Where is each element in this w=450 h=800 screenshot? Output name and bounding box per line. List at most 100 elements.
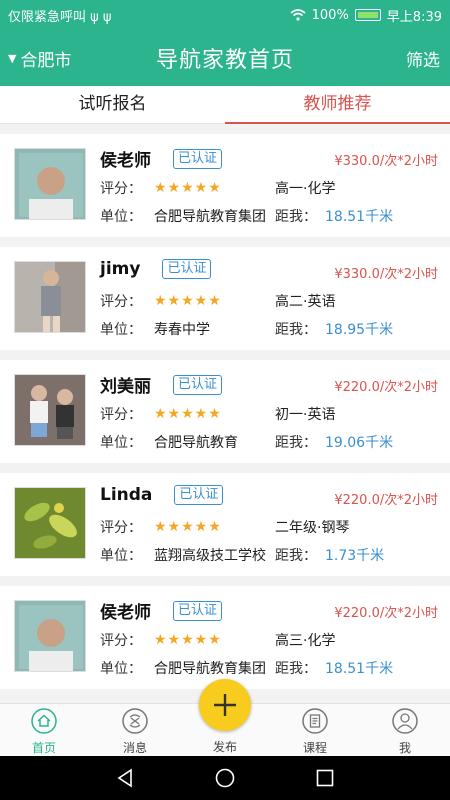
rating-label: 评分： xyxy=(100,294,142,310)
teacher-photo xyxy=(14,374,86,446)
plus-icon xyxy=(214,694,236,716)
teacher-price: ¥220.0/次*2小时 xyxy=(334,380,438,395)
name-row: 刘美丽 已认证 xyxy=(100,372,223,397)
unit-row: 单位： 合肥导航教育集团 xyxy=(100,206,266,226)
unit-value: 合肥导航教育集团 xyxy=(154,209,266,225)
distance-row: 距我： 18.95千米 xyxy=(275,319,393,339)
rating-label: 评分： xyxy=(100,633,142,649)
teacher-grade-subject: 二年级·钢琴 xyxy=(275,520,350,536)
wifi-icon xyxy=(290,9,306,21)
publish-label: 发布 xyxy=(212,740,237,754)
unit-value: 蓝翔高级技工学校 xyxy=(154,548,266,564)
home-nav-icon[interactable] xyxy=(214,767,236,789)
teacher-card[interactable]: 刘美丽 已认证 ¥220.0/次*2小时 评分： ★★★★★ 初一·英语 单位：… xyxy=(0,360,450,463)
rating-row: 评分： ★★★★★ xyxy=(100,178,222,198)
distance-value: 19.06千米 xyxy=(325,435,394,451)
distance-value: 18.95千米 xyxy=(325,322,394,338)
user-icon xyxy=(392,708,418,734)
rating-label: 评分： xyxy=(100,407,142,423)
distance-label: 距我： xyxy=(275,548,317,564)
tabbar-messages-label: 消息 xyxy=(122,741,147,755)
teacher-name: 侯老师 xyxy=(100,603,151,623)
app-header: ▼ 合肥市 导航家教首页 筛选 xyxy=(0,30,450,86)
recents-icon[interactable] xyxy=(314,767,336,789)
rating-row: 评分： ★★★★★ xyxy=(100,291,222,311)
star-rating-icon: ★★★★★ xyxy=(154,180,222,196)
teacher-price: ¥220.0/次*2小时 xyxy=(334,606,438,621)
tab-teacher-recommend[interactable]: 教师推荐 xyxy=(225,86,450,124)
publish-button[interactable] xyxy=(199,679,251,731)
name-row: jimy 已认证 xyxy=(100,259,212,279)
distance-value: 18.51千米 xyxy=(325,661,394,677)
teacher-price: ¥330.0/次*2小时 xyxy=(334,154,438,169)
tabbar-home-label: 首页 xyxy=(31,741,56,755)
star-rating-icon: ★★★★★ xyxy=(154,632,222,648)
star-rating-icon: ★★★★★ xyxy=(154,519,222,535)
tabbar-courses-label: 课程 xyxy=(302,741,327,755)
tabbar-home[interactable]: 首页 xyxy=(14,708,74,756)
unit-label: 单位： xyxy=(100,209,142,225)
home-icon xyxy=(31,708,57,734)
distance-row: 距我： 19.06千米 xyxy=(275,432,393,452)
tabbar-me-label: 我 xyxy=(398,741,411,755)
rating-row: 评分： ★★★★★ xyxy=(100,404,222,424)
teacher-grade-subject: 高三·化学 xyxy=(275,633,336,649)
teacher-card[interactable]: jimy 已认证 ¥330.0/次*2小时 评分： ★★★★★ 高二·英语 单位… xyxy=(0,247,450,350)
teacher-grade-subject: 初一·英语 xyxy=(275,407,336,423)
teacher-name: Linda xyxy=(100,485,153,505)
teacher-name: 侯老师 xyxy=(100,151,151,171)
teacher-list: 侯老师 已认证 ¥330.0/次*2小时 评分： ★★★★★ 高一·化学 单位：… xyxy=(0,134,450,699)
unit-label: 单位： xyxy=(100,661,142,677)
unit-value: 寿春中学 xyxy=(154,322,210,338)
teacher-grade-subject: 高二·英语 xyxy=(275,294,336,310)
distance-value: 1.73千米 xyxy=(325,548,385,564)
distance-label: 距我： xyxy=(275,661,317,677)
teacher-grade-subject: 高一·化学 xyxy=(275,181,336,197)
distance-value: 18.51千米 xyxy=(325,209,394,225)
name-row: 侯老师 已认证 xyxy=(100,146,223,171)
verified-badge: 已认证 xyxy=(173,600,223,621)
teacher-card[interactable]: Linda 已认证 ¥220.0/次*2小时 评分： ★★★★★ 二年级·钢琴 … xyxy=(0,473,450,576)
unit-label: 单位： xyxy=(100,435,142,451)
star-rating-icon: ★★★★★ xyxy=(154,406,222,422)
battery-percent: 100% xyxy=(311,7,349,23)
rating-label: 评分： xyxy=(100,181,142,197)
unit-row: 单位： 寿春中学 xyxy=(100,319,210,339)
rating-label: 评分： xyxy=(100,520,142,536)
unit-value: 合肥导航教育 xyxy=(154,435,238,451)
name-row: Linda 已认证 xyxy=(100,485,224,505)
system-nav-bar xyxy=(0,756,450,800)
tab-trial-signup[interactable]: 试听报名 xyxy=(0,86,225,123)
app-root: { "statusbar": { "left_text": "仅限紧急呼叫 ψ … xyxy=(0,0,450,800)
status-left-text: 仅限紧急呼叫 ψ ψ xyxy=(8,9,112,25)
status-right: 100% 早上8:39 xyxy=(290,6,442,25)
course-icon xyxy=(302,708,328,734)
teacher-card[interactable]: 侯老师 已认证 ¥220.0/次*2小时 评分： ★★★★★ 高三·化学 单位：… xyxy=(0,586,450,689)
teacher-price: ¥220.0/次*2小时 xyxy=(334,493,438,508)
tab-bar: 试听报名 教师推荐 xyxy=(0,86,450,124)
verified-badge: 已认证 xyxy=(173,148,223,169)
distance-label: 距我： xyxy=(275,209,317,225)
teacher-name: jimy xyxy=(100,259,141,279)
tabbar-messages[interactable]: 消息 xyxy=(105,708,165,756)
rating-row: 评分： ★★★★★ xyxy=(100,630,222,650)
unit-label: 单位： xyxy=(100,322,142,338)
message-icon xyxy=(122,708,148,734)
teacher-photo xyxy=(14,600,86,672)
back-icon[interactable] xyxy=(114,767,136,789)
teacher-photo xyxy=(14,261,86,333)
star-rating-icon: ★★★★★ xyxy=(154,293,222,309)
filter-button[interactable]: 筛选 xyxy=(406,30,440,86)
status-time: 早上8:39 xyxy=(386,9,442,25)
verified-badge: 已认证 xyxy=(173,374,223,395)
teacher-name: 刘美丽 xyxy=(100,377,151,397)
unit-row: 单位： 蓝翔高级技工学校 xyxy=(100,545,266,565)
distance-row: 距我： 18.51千米 xyxy=(275,206,393,226)
distance-label: 距我： xyxy=(275,435,317,451)
distance-row: 距我： 18.51千米 xyxy=(275,658,393,678)
teacher-card[interactable]: 侯老师 已认证 ¥330.0/次*2小时 评分： ★★★★★ 高一·化学 单位：… xyxy=(0,134,450,237)
tabbar-courses[interactable]: 课程 xyxy=(285,708,345,756)
tabbar-me[interactable]: 我 xyxy=(375,708,435,756)
battery-icon xyxy=(354,9,381,21)
status-bar: 仅限紧急呼叫 ψ ψ 100% 早上8:39 xyxy=(0,0,450,30)
